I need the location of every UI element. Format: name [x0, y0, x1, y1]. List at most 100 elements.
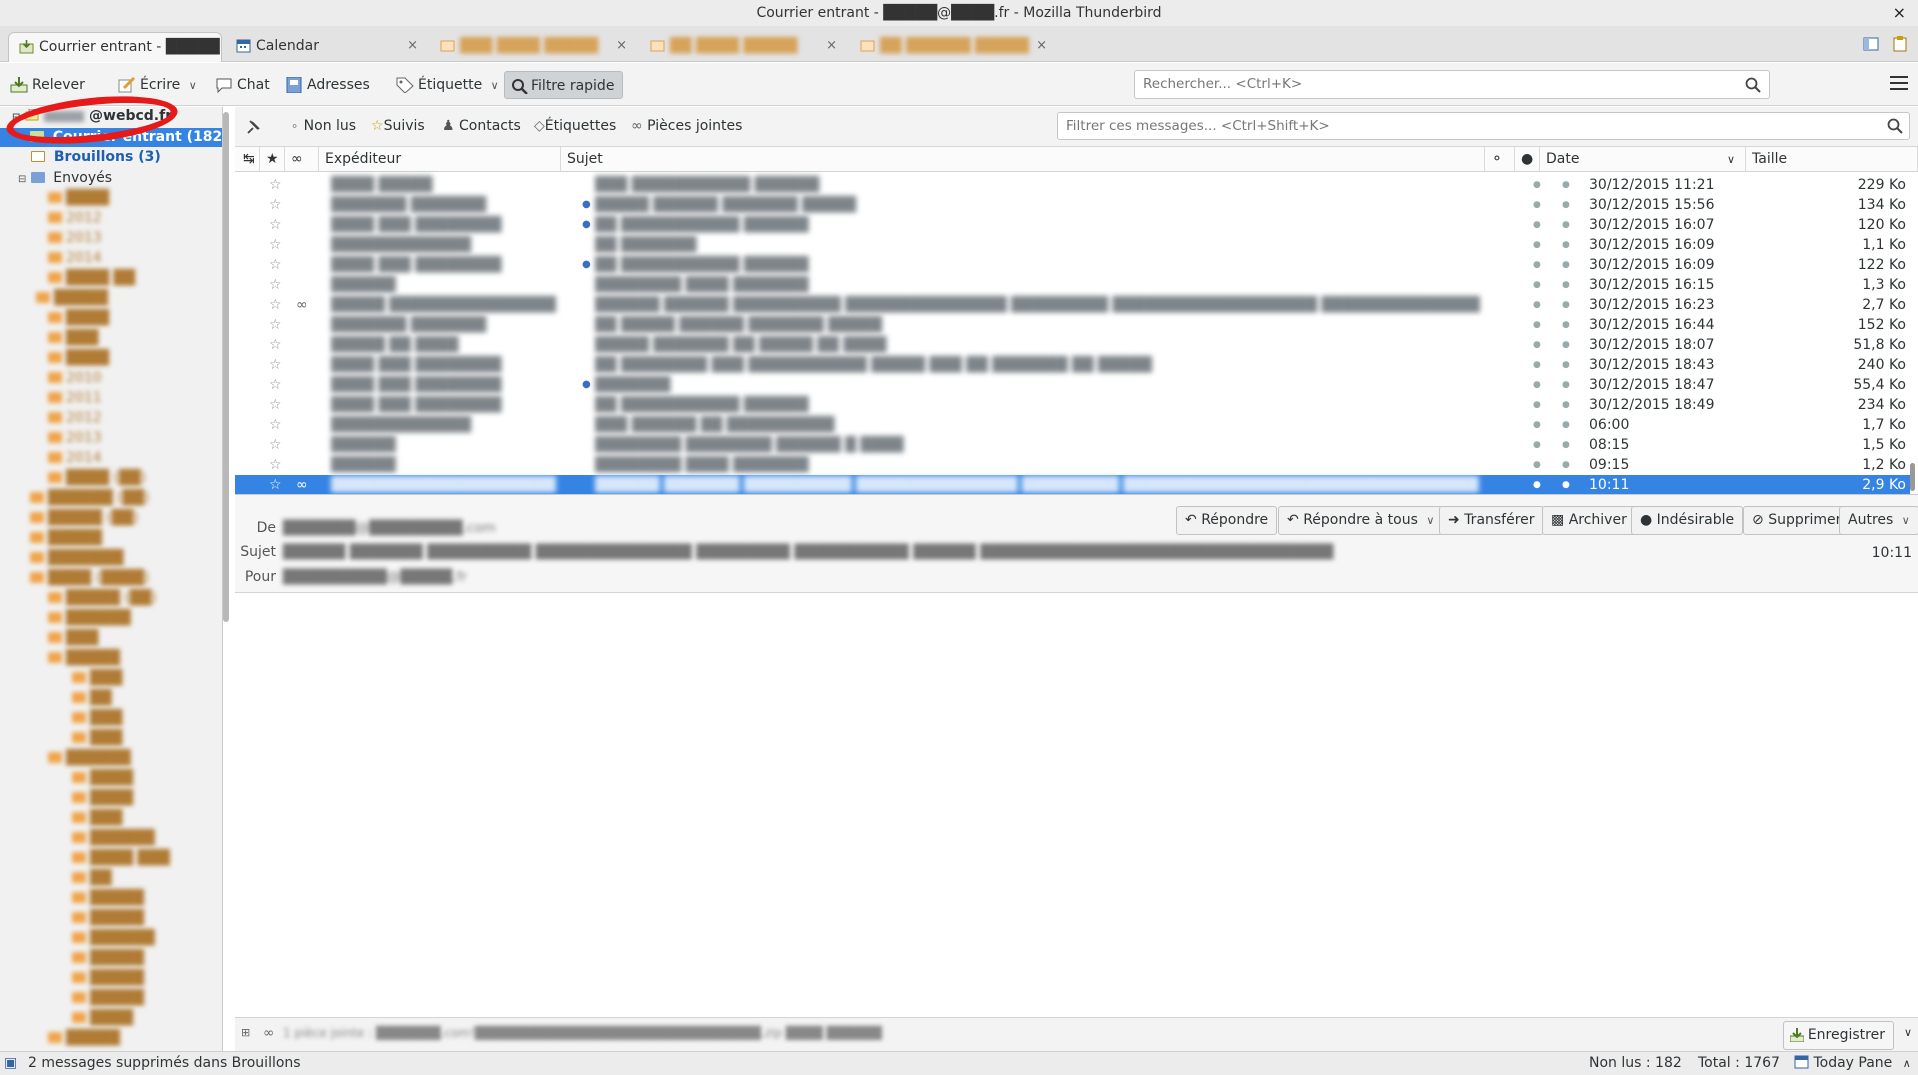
date-column-header[interactable]: Date ∨ [1540, 147, 1746, 172]
star-column-header[interactable]: ★ [260, 147, 285, 172]
chevron-down-icon[interactable]: ∨ [1426, 514, 1434, 527]
folder-item[interactable]: 2011 [48, 389, 102, 408]
collapse-icon[interactable]: ⊟ [18, 174, 26, 185]
search-icon[interactable] [1887, 118, 1903, 134]
folder-item[interactable]: 2010 [48, 369, 102, 388]
junk-status-icon[interactable]: ● [1562, 275, 1570, 295]
folder-item[interactable]: ████ [72, 789, 133, 808]
pin-icon[interactable] [247, 120, 261, 134]
close-icon[interactable]: × [407, 32, 418, 60]
size-column-header[interactable]: Taille [1746, 147, 1918, 172]
folder-item[interactable]: ███ [72, 809, 122, 828]
account-row[interactable]: ⊟ @webcd.fr [12, 107, 222, 126]
attachment-summary[interactable]: 1 pièce jointe : ███████.com!███████████… [283, 1026, 882, 1040]
star-icon[interactable]: ☆ [269, 455, 282, 475]
message-row[interactable]: ☆ ██████ ████████ ████ ███████ ● ● 09:15 1,2 K… [235, 455, 1910, 475]
junk-status-icon[interactable]: ● [1562, 395, 1570, 415]
message-row[interactable]: ☆ ████ ███ ████████ ██ ████████ ███ ██████… [235, 355, 1910, 375]
folder-item[interactable]: █████ [30, 529, 102, 548]
close-icon[interactable]: × [616, 32, 627, 60]
folder-item[interactable]: █████ [48, 1029, 120, 1048]
chevron-down-icon[interactable]: ∨ [1904, 1026, 1912, 1039]
folder-item[interactable]: ████ [48, 349, 109, 368]
folder-item[interactable]: █████ (██) [30, 509, 139, 528]
chevron-down-icon[interactable]: ∨ [491, 79, 499, 92]
filter-contacts-button[interactable]: ♟ Contacts [442, 118, 521, 134]
junk-status-icon[interactable]: ● [1562, 235, 1570, 255]
read-status-icon[interactable]: ● [1533, 315, 1541, 335]
read-status-icon[interactable]: ● [1533, 235, 1541, 255]
folder-item[interactable]: ████ [72, 769, 133, 788]
list-scrollbar[interactable] [1910, 463, 1915, 491]
tab-message[interactable]: ██ ████ █████ × [640, 32, 845, 62]
folder-item[interactable]: 2012 [48, 209, 102, 228]
folder-item[interactable]: █████ [72, 949, 144, 968]
folder-item[interactable]: █████ (██) [48, 589, 157, 608]
folder-item[interactable]: █████ [72, 889, 144, 908]
today-pane-toggle[interactable]: Today Pane ∧ [1794, 1052, 1911, 1075]
folder-item[interactable]: 2013 [48, 429, 102, 448]
message-row[interactable]: ☆ ██████ ████████ ████ ███████ ● ● 30/12/2015… [235, 275, 1910, 295]
get-messages-button[interactable]: Relever [10, 71, 85, 99]
junk-status-icon[interactable]: ● [1562, 175, 1570, 195]
from-value[interactable]: ███████@█████████.com [283, 520, 496, 536]
folder-item[interactable]: █████ [72, 989, 144, 1008]
message-row[interactable]: ☆ ∞ ██████████████████████ ██████ ███████ █… [235, 475, 1910, 494]
folder-inbox[interactable]: Courrier entrant (182) [0, 128, 222, 147]
folder-item[interactable]: ███ [72, 729, 122, 748]
save-attachment-button[interactable]: Enregistrer [1782, 1021, 1894, 1050]
subject-column-header[interactable]: Sujet [561, 147, 1485, 172]
message-filter-input[interactable]: Filtrer ces messages... <Ctrl+Shift+K> [1057, 112, 1910, 140]
window-close-button[interactable]: × [1893, 0, 1906, 26]
message-row[interactable]: ☆ ██████ ████████ ████████ ██████ █ ████ ● ●… [235, 435, 1910, 455]
junk-status-icon[interactable]: ● [1562, 215, 1570, 235]
star-icon[interactable]: ☆ [269, 335, 282, 355]
folder-scrollbar[interactable] [223, 112, 229, 622]
read-status-icon[interactable]: ● [1533, 455, 1541, 475]
folder-item[interactable]: ████ [48, 309, 109, 328]
folder-item[interactable]: ██ [72, 869, 112, 888]
message-row[interactable]: ☆ ████ ███ ████████ ██ ███████████ ██████ ●… [235, 395, 1910, 415]
folder-item[interactable]: █████ [48, 649, 120, 668]
quick-filter-button[interactable]: Filtre rapide [504, 71, 624, 99]
folder-item[interactable]: ██████ [48, 609, 131, 628]
message-row[interactable]: ☆ ████ ███ ████████ ● ██ ███████████ ██████… [235, 255, 1910, 275]
search-icon[interactable] [1745, 77, 1761, 93]
filter-starred-button[interactable]: ☆Suivis [371, 118, 425, 134]
message-row[interactable]: ☆ ████ ███ ████████ ● ███████ ● ● 30/12/2015 1… [235, 375, 1910, 395]
message-row[interactable]: ☆ ████ █████ ███ ███████████ ██████ ● ● 30/12… [235, 175, 1910, 195]
read-status-icon[interactable]: ● [1533, 275, 1541, 295]
junk-status-icon[interactable]: ● [1562, 375, 1570, 395]
read-status-icon[interactable]: ● [1533, 175, 1541, 195]
star-icon[interactable]: ☆ [269, 315, 282, 335]
message-row[interactable]: ☆ ████ ███ ████████ ● ██ ███████████ ██████… [235, 215, 1910, 235]
junk-status-icon[interactable]: ● [1562, 255, 1570, 275]
star-icon[interactable]: ☆ [269, 355, 282, 375]
read-status-icon[interactable]: ● [1533, 435, 1541, 455]
junk-column-header[interactable]: ● [1515, 147, 1540, 172]
reply-all-button[interactable]: ↶ Répondre à tous ∨ [1278, 506, 1444, 535]
read-status-icon[interactable]: ● [1533, 475, 1541, 494]
tab-calendar[interactable]: Calendar × [226, 32, 426, 62]
read-column-header[interactable]: ⚬ [1485, 147, 1515, 172]
folder-item[interactable]: 2012 [48, 409, 102, 428]
write-button[interactable]: Écrire ∨ [118, 71, 197, 99]
reply-button[interactable]: ↶ Répondre [1176, 506, 1278, 535]
delete-button[interactable]: ⊘ Supprimer [1743, 506, 1851, 535]
read-status-icon[interactable]: ● [1533, 355, 1541, 375]
read-status-icon[interactable]: ● [1533, 295, 1541, 315]
folder-item[interactable]: ███ [48, 629, 98, 648]
junk-status-icon[interactable]: ● [1562, 475, 1570, 494]
folder-item[interactable]: ███ [72, 709, 122, 728]
chat-button[interactable]: Chat [215, 71, 270, 99]
chevron-down-icon[interactable]: ∨ [189, 79, 197, 92]
junk-status-icon[interactable]: ● [1562, 195, 1570, 215]
star-icon[interactable]: ☆ [269, 415, 282, 435]
folder-item[interactable]: ████ ██ [48, 269, 135, 288]
app-menu-button[interactable] [1890, 76, 1908, 92]
read-status-icon[interactable]: ● [1533, 415, 1541, 435]
to-value[interactable]: ██████████@█████.fr [283, 569, 467, 585]
folder-drafts[interactable]: Brouillons (3) [31, 148, 161, 167]
star-icon[interactable]: ☆ [269, 295, 282, 315]
message-row[interactable]: ☆ ∞ █████ ███████████████ ███ ███ ███ ███ ███ … [235, 295, 1910, 315]
